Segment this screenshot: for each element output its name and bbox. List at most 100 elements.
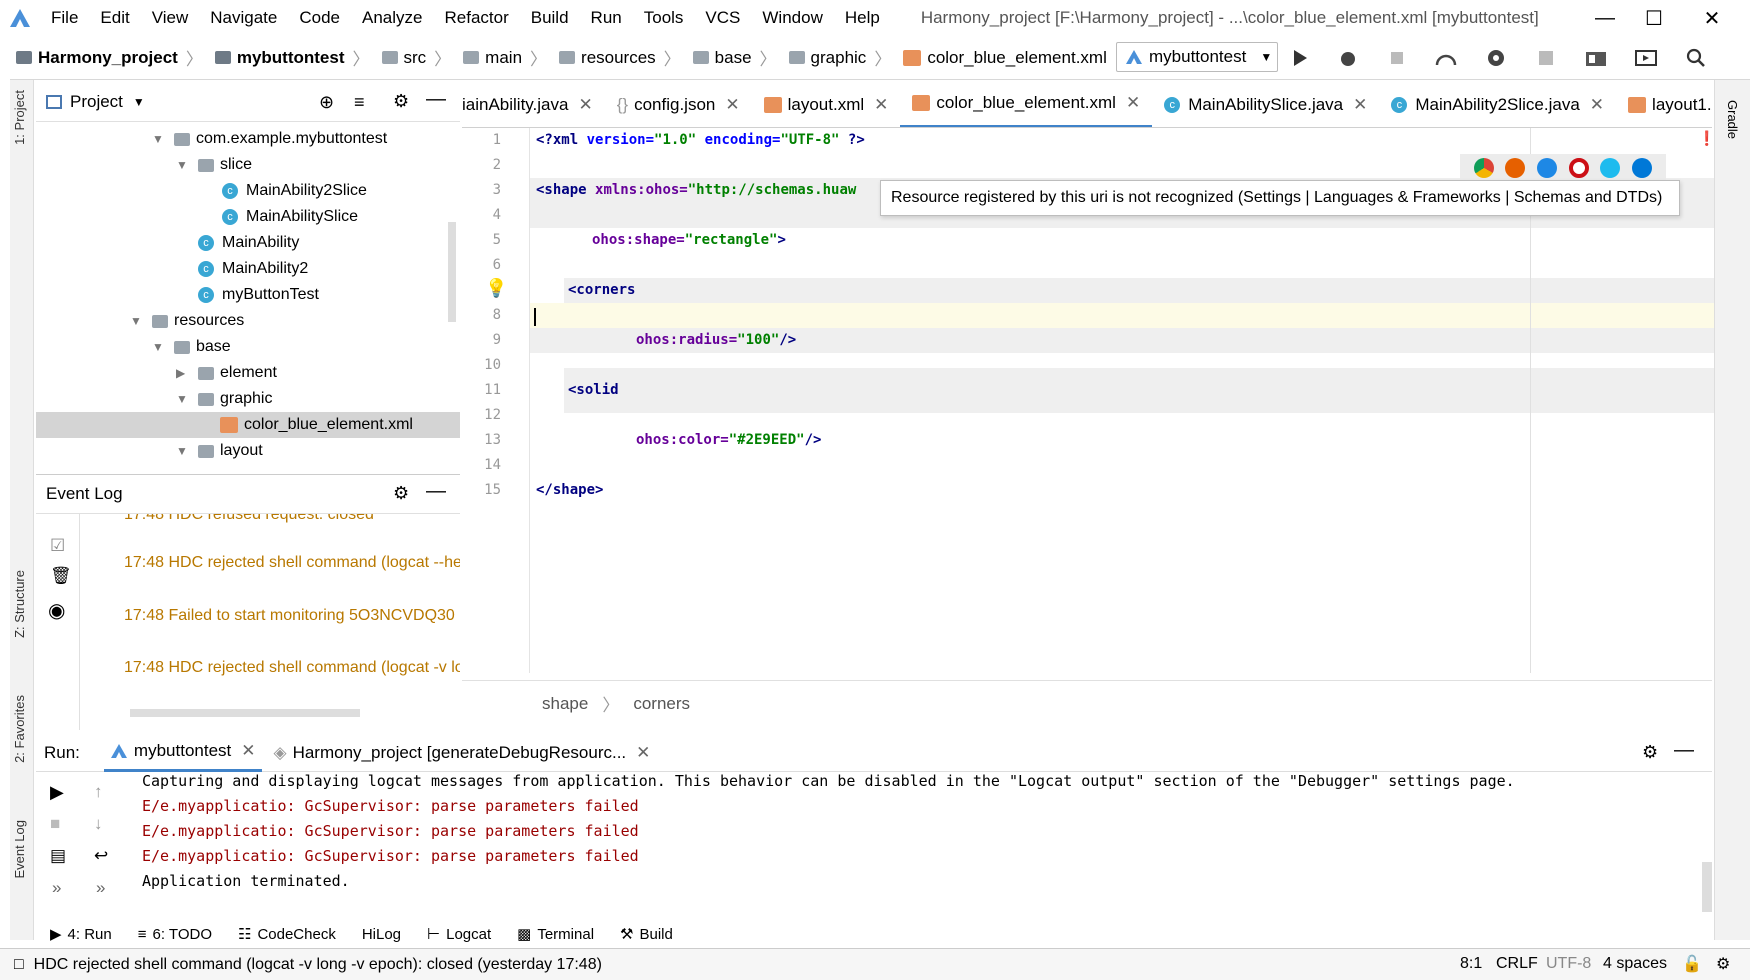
crumb-file[interactable]: color_blue_element.xml: [897, 48, 1113, 68]
maximize-icon[interactable]: ☐: [1625, 0, 1683, 36]
menu-window[interactable]: Window: [751, 0, 833, 36]
tab-color-blue-element[interactable]: color_blue_element.xml ✕: [900, 82, 1153, 127]
crumb-graphic[interactable]: graphic 〉: [783, 45, 898, 70]
console-output[interactable]: Capturing and displaying logcat messages…: [130, 772, 1712, 912]
close-icon[interactable]: ✕: [1126, 93, 1140, 113]
opera-icon[interactable]: [1568, 158, 1589, 178]
debug-icon[interactable]: [1336, 46, 1360, 70]
chrome-icon[interactable]: [1473, 158, 1494, 178]
menu-refactor[interactable]: Refactor: [433, 0, 519, 36]
menu-navigate[interactable]: Navigate: [199, 0, 288, 36]
gradle-tool-label[interactable]: Gradle: [1725, 100, 1740, 139]
edge-icon[interactable]: [1632, 158, 1653, 178]
menu-help[interactable]: Help: [834, 0, 891, 36]
menu-analyze[interactable]: Analyze: [351, 0, 433, 36]
tree-item[interactable]: ▼ resources: [130, 308, 244, 334]
layout-icon[interactable]: ▤: [50, 846, 66, 866]
tab-run[interactable]: ▶ 4: Run: [50, 925, 112, 944]
tab-mainabilityslice[interactable]: c MainAbilitySlice.java ✕: [1152, 82, 1379, 127]
tab-build[interactable]: ⚒ Build: [620, 925, 673, 944]
hide-icon[interactable]: —: [1674, 739, 1694, 762]
search-icon[interactable]: [1684, 46, 1708, 70]
lightbulb-icon[interactable]: 💡: [485, 278, 507, 299]
tab-codecheck[interactable]: ☷ CodeCheck: [238, 925, 336, 944]
close-icon[interactable]: ✕: [636, 743, 650, 763]
safari-icon[interactable]: [1537, 158, 1558, 178]
soft-wrap-icon[interactable]: ↩: [94, 846, 108, 866]
tab-mainability[interactable]: iainAbility.java ✕: [462, 82, 605, 127]
event-log-status-icon[interactable]: ⚙: [1716, 954, 1730, 974]
favorites-tool-label[interactable]: 2: Favorites: [12, 695, 27, 763]
crumb-corners[interactable]: corners: [633, 694, 690, 714]
scrollbar[interactable]: [130, 709, 360, 717]
locate-icon[interactable]: ⊕: [319, 92, 334, 113]
log-entry[interactable]: 17:48 HDC rejected shell command (logcat…: [124, 554, 460, 572]
lock-icon[interactable]: 🔓: [1682, 954, 1702, 974]
device-manager-icon[interactable]: [1634, 46, 1658, 70]
hide-icon[interactable]: —: [426, 88, 446, 111]
gear-icon[interactable]: ⚙: [393, 483, 409, 504]
crumb-src[interactable]: src 〉: [376, 45, 458, 70]
tab-layout1[interactable]: layout1.xm: [1616, 82, 1712, 127]
tree-item[interactable]: ▼ base: [152, 334, 231, 360]
run-icon[interactable]: [1288, 46, 1312, 70]
indent-setting[interactable]: 4 spaces: [1603, 955, 1667, 973]
crumb-main[interactable]: main 〉: [457, 45, 553, 70]
tree-item[interactable]: ▼ layout: [176, 438, 263, 464]
gear-icon[interactable]: ⚙: [1642, 742, 1658, 763]
tab-logcat[interactable]: ⊢ Logcat: [427, 925, 491, 944]
hide-icon[interactable]: —: [426, 480, 446, 503]
log-entry[interactable]: 17:48 HDC rejected shell command (logcat…: [124, 659, 460, 677]
project-tool-label[interactable]: 1: Project: [12, 90, 27, 145]
menu-build[interactable]: Build: [520, 0, 580, 36]
menu-view[interactable]: View: [141, 0, 200, 36]
run-tab-gradle[interactable]: ◈ Harmony_project [generateDebugResourc.…: [274, 743, 651, 763]
stop-icon[interactable]: ■: [50, 814, 60, 834]
close-icon[interactable]: ✕: [1590, 95, 1604, 115]
crumb-project[interactable]: Harmony_project 〉: [10, 45, 209, 70]
crumb-resources[interactable]: resources 〉: [553, 45, 687, 70]
more-icon[interactable]: »: [96, 878, 105, 898]
tree-item[interactable]: c MainAbility2Slice: [222, 178, 367, 204]
line-separator[interactable]: CRLF: [1496, 955, 1538, 973]
tree-item[interactable]: c MainAbilitySlice: [222, 204, 358, 230]
close-icon[interactable]: ✕: [578, 95, 592, 115]
tree-item[interactable]: ▼ graphic: [176, 386, 272, 412]
log-entry[interactable]: 17:48 Failed to start monitoring 5O3NCVD…: [124, 607, 455, 625]
attach-debugger-icon[interactable]: [1386, 46, 1410, 70]
status-message[interactable]: HDC rejected shell command (logcat -v lo…: [34, 956, 602, 974]
tab-layout[interactable]: layout.xml ✕: [752, 82, 901, 127]
tab-todo[interactable]: ≡ 6: TODO: [138, 926, 212, 943]
menu-run[interactable]: Run: [580, 0, 633, 36]
tree-item[interactable]: c myButtonTest: [198, 282, 319, 308]
crumb-module[interactable]: mybuttontest 〉: [209, 45, 376, 70]
tree-item[interactable]: ▼ com.example.mybuttontest: [152, 126, 387, 152]
profile-icon[interactable]: [1434, 46, 1458, 70]
menu-tools[interactable]: Tools: [633, 0, 695, 36]
log-entry[interactable]: 17:48 HDC refused request: closed: [124, 514, 374, 524]
tab-mainability2slice[interactable]: c MainAbility2Slice.java ✕: [1379, 82, 1616, 127]
tree-item[interactable]: c MainAbility: [198, 230, 299, 256]
tree-item[interactable]: ▼ slice: [176, 152, 252, 178]
firefox-icon[interactable]: [1505, 158, 1526, 178]
tab-config[interactable]: {} config.json ✕: [605, 82, 752, 127]
structure-tool-label[interactable]: Z: Structure: [12, 570, 27, 638]
more-icon[interactable]: »: [52, 878, 61, 898]
tree-item-selected[interactable]: color_blue_element.xml: [36, 412, 460, 438]
eventlog-tool-label[interactable]: Event Log: [12, 820, 27, 879]
menu-file[interactable]: File: [40, 0, 89, 36]
file-encoding[interactable]: UTF-8: [1546, 955, 1591, 973]
tab-hilog[interactable]: HiLog: [362, 926, 401, 943]
run-tab-mybuttontest[interactable]: mybuttontest ✕: [103, 734, 262, 772]
down-arrow-icon[interactable]: ↓: [94, 814, 103, 834]
project-structure-icon[interactable]: [1584, 46, 1608, 70]
scrollbar[interactable]: [448, 222, 456, 322]
crumb-base[interactable]: base 〉: [687, 45, 783, 70]
chevron-down-icon[interactable]: ▼: [133, 95, 145, 109]
tree-item[interactable]: ▶ element: [176, 360, 277, 386]
mark-read-icon[interactable]: ☑: [50, 536, 65, 556]
trash-icon[interactable]: 🗑: [50, 566, 72, 586]
gear-icon[interactable]: ⚙: [393, 91, 409, 112]
menu-vcs[interactable]: VCS: [694, 0, 751, 36]
settings-icon[interactable]: ◉: [48, 598, 65, 623]
